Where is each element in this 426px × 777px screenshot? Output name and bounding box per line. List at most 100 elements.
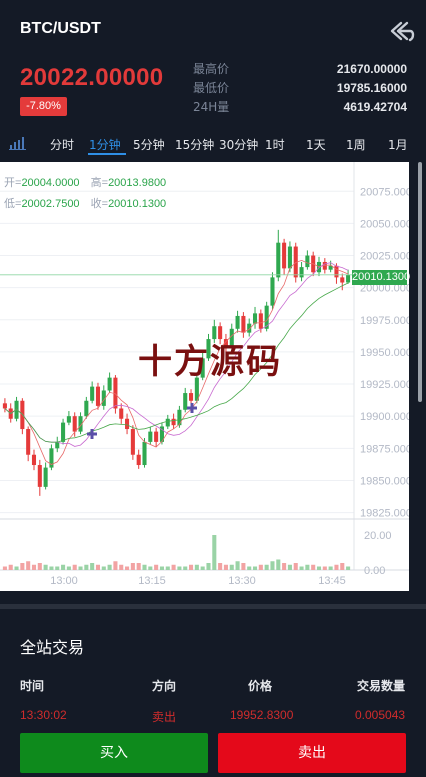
volume-bar xyxy=(95,564,101,570)
sell-button[interactable]: 卖出 xyxy=(218,733,406,773)
tab-5min[interactable]: 5分钟 xyxy=(133,136,165,153)
volume-bar xyxy=(177,566,182,570)
open-label: 开= xyxy=(4,177,22,189)
volume-bar xyxy=(241,563,246,570)
candle-body xyxy=(2,403,7,409)
tab-1day[interactable]: 1天 xyxy=(306,136,326,153)
stat-value: 19785.16000 xyxy=(336,81,407,95)
stat-label: 最低价 xyxy=(193,81,230,95)
candle-body xyxy=(125,418,130,430)
candle-body xyxy=(189,393,194,401)
ohlc-row-2: 低=20002.7500 收=20010.1300 xyxy=(4,195,166,211)
volume-bar xyxy=(322,566,327,570)
volume-bar xyxy=(14,566,19,570)
stat-label: 24H量 xyxy=(193,100,230,114)
x-tick-label: 13:30 xyxy=(228,575,256,587)
trade-time: 13:30:02 xyxy=(20,708,67,722)
volume-bar xyxy=(316,566,322,570)
candle-body xyxy=(258,313,263,329)
open-value: 20004.0000 xyxy=(21,177,80,189)
volume-bar xyxy=(340,563,345,570)
ohlc-row-1: 开=20004.0000 高=20013.9800 xyxy=(4,174,166,190)
col-header-time: 时间 xyxy=(20,679,45,693)
volume-bar xyxy=(247,566,252,570)
volume-bar xyxy=(8,564,13,570)
volume-bar xyxy=(148,566,153,570)
candle-body xyxy=(305,255,310,268)
stat-value: 4619.42704 xyxy=(343,100,407,114)
tab-1week[interactable]: 1周 xyxy=(346,136,366,153)
tab-30min[interactable]: 30分钟 xyxy=(219,136,258,153)
period-tabs: 分时 1分钟 5分钟 15分钟 30分钟 1时 1天 1周 1月 xyxy=(0,133,426,159)
volume-bar xyxy=(229,564,234,570)
candle-body xyxy=(31,454,37,466)
stat-low: 最低价 19785.16000 xyxy=(193,79,407,98)
volume-bar xyxy=(26,561,31,570)
candle-body xyxy=(346,274,351,283)
candle-body xyxy=(241,315,246,333)
candle-body xyxy=(95,386,101,406)
candle-body xyxy=(37,465,42,487)
y-tick-label: 19925.0000 xyxy=(360,379,409,391)
volume-bar xyxy=(223,564,228,570)
back-icon[interactable] xyxy=(388,18,416,44)
high-label: 高= xyxy=(90,177,109,189)
low-value: 20002.7500 xyxy=(21,198,80,210)
volume-bar xyxy=(20,563,25,570)
high-value: 20013.9800 xyxy=(108,177,167,189)
volume-bar xyxy=(113,561,118,570)
candle-body xyxy=(334,265,339,278)
stats-panel: 最高价 21670.00000 最低价 19785.16000 24H量 461… xyxy=(193,60,407,117)
tab-1min[interactable]: 1分钟 xyxy=(89,136,121,153)
volume-bar xyxy=(165,566,170,570)
candle-body xyxy=(136,454,141,466)
candle-body xyxy=(299,267,304,278)
volume-tick-label: 0.00 xyxy=(364,565,385,577)
candle-body xyxy=(235,315,240,329)
col-header-amount: 交易数量 xyxy=(357,679,406,693)
candle-body xyxy=(252,313,258,324)
close-value: 20010.1300 xyxy=(108,198,167,210)
close-label: 收= xyxy=(90,198,109,210)
tab-fenshi[interactable]: 分时 xyxy=(50,136,74,153)
volume-bar xyxy=(218,563,223,570)
volume-bar xyxy=(78,566,83,570)
volume-bar xyxy=(61,564,66,570)
candle-body xyxy=(90,386,95,401)
stat-value: 21670.00000 xyxy=(336,62,407,76)
volume-bar xyxy=(130,563,135,570)
tab-1month[interactable]: 1月 xyxy=(388,136,408,153)
tab-15min[interactable]: 15分钟 xyxy=(175,136,214,153)
volume-bar xyxy=(287,564,292,570)
low-label: 低= xyxy=(4,198,22,210)
volume-bar xyxy=(200,566,205,570)
volume-bar xyxy=(49,566,54,570)
candle-body xyxy=(84,400,89,417)
volume-bar xyxy=(125,566,130,570)
y-tick-label: 20050.0000 xyxy=(360,218,409,230)
candle-body xyxy=(154,431,159,442)
candle-body xyxy=(177,409,182,426)
volume-bar xyxy=(142,564,147,570)
candle-body xyxy=(142,441,147,466)
candle-body xyxy=(26,429,31,455)
last-price-tag: 20010.1300 xyxy=(352,270,411,285)
volume-bar xyxy=(264,564,269,570)
volume-bar xyxy=(183,566,188,570)
candle-body xyxy=(148,431,153,442)
tab-1hour[interactable]: 1时 xyxy=(265,136,285,153)
page-title: BTC/USDT xyxy=(20,20,101,37)
volume-bar xyxy=(293,563,298,570)
volume-bar xyxy=(299,566,304,570)
volume-bar xyxy=(66,566,71,570)
current-price: 20022.00000 xyxy=(20,64,164,91)
candle-body xyxy=(287,246,292,269)
buy-button[interactable]: 买入 xyxy=(20,733,208,773)
candle-body xyxy=(183,393,188,410)
volume-bar xyxy=(189,564,194,570)
chart-type-icon[interactable] xyxy=(9,136,27,150)
scrollbar[interactable] xyxy=(418,162,422,402)
volume-bar xyxy=(258,564,263,570)
x-tick-label: 13:45 xyxy=(318,575,346,587)
candle-body xyxy=(66,416,71,423)
